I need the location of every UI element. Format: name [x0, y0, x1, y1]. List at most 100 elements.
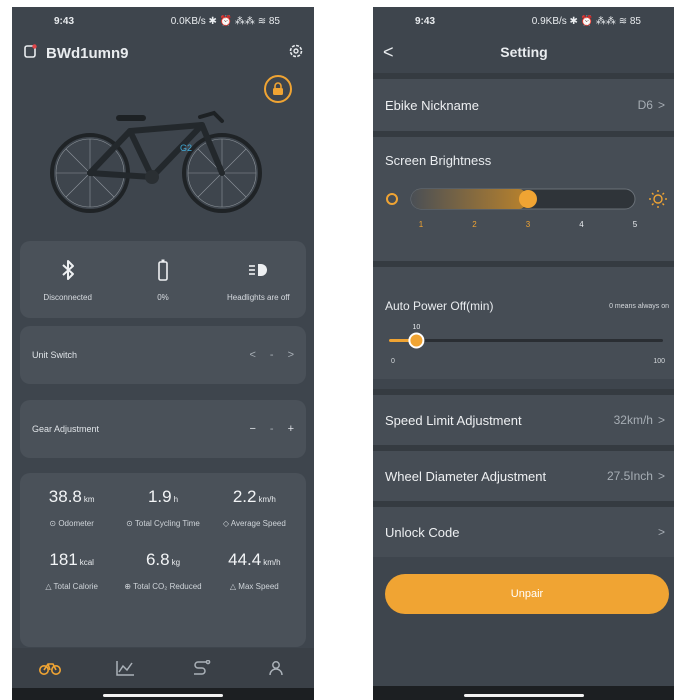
- person-icon: [269, 661, 283, 676]
- bluetooth-icon: [61, 257, 75, 283]
- speed-limit-row[interactable]: Speed Limit Adjustment 32km/h >: [373, 395, 674, 445]
- stat-max-speed: 44.4 km/h △ Max Speed: [209, 550, 300, 591]
- stat-total-cycling-time: 1.9 h ⊙ Total Cycling Time: [117, 487, 208, 528]
- gear-adjustment-card: Gear Adjustment − - +: [20, 400, 306, 458]
- battery-status-label: 0%: [157, 293, 169, 302]
- wheel-diameter-row[interactable]: Wheel Diameter Adjustment 27.5Inch >: [373, 451, 674, 501]
- stat-unit: h: [173, 495, 179, 504]
- power-off-track: [389, 339, 663, 342]
- nav-bar: < Setting: [373, 37, 674, 67]
- stat-odometer: 38.8 km ⊙ Odometer: [26, 487, 117, 528]
- brightness-thumb[interactable]: [519, 190, 537, 208]
- home-indicator[interactable]: [103, 694, 223, 697]
- stat-value: 2.2: [232, 487, 257, 506]
- power-off-thumb[interactable]: [408, 332, 425, 349]
- unit-prev-button[interactable]: <: [249, 349, 255, 361]
- battery-icon: [158, 257, 168, 283]
- home-screen: 9:43 0.0KB/s ✱ ⏰ ⁂⁂ ≋ 85 BWd1umn9 G2 Dis…: [12, 7, 314, 700]
- gear-icon[interactable]: [288, 43, 304, 64]
- connection-status-card: Disconnected 0% Headlights are off: [20, 241, 306, 318]
- status-time: 9:43: [54, 15, 75, 27]
- unpair-button[interactable]: Unpair: [385, 574, 669, 614]
- chart-icon: [116, 661, 135, 676]
- stat-value: 1.9: [147, 487, 172, 506]
- brightness-high-icon: [649, 190, 667, 208]
- tab-statistics[interactable]: [105, 660, 145, 676]
- brightness-fill: [411, 189, 528, 209]
- headlight-status[interactable]: Headlights are off: [211, 241, 306, 318]
- stat-caption: ⊙ Odometer: [49, 519, 94, 528]
- nickname-label: Ebike Nickname: [385, 97, 479, 113]
- nickname-value: D6: [637, 98, 653, 112]
- stat-value: 44.4: [228, 550, 262, 569]
- gear-adjustment-label: Gear Adjustment: [32, 424, 100, 434]
- auto-power-off-section: Auto Power Off(min) 0 means always on 10…: [373, 267, 674, 379]
- brightness-slider[interactable]: 1 2 3 4 5: [373, 179, 674, 249]
- stat-total-calorie: 181 kcal △ Total Calorie: [26, 550, 117, 591]
- unit-switch-label: Unit Switch: [32, 350, 78, 360]
- unit-switch-card: Unit Switch < - >: [20, 326, 306, 384]
- status-bar: 9:43 0.9KB/s ✱ ⏰ ⁂⁂ ≋ 85: [373, 7, 674, 35]
- status-bar: 9:43 0.0KB/s ✱ ⏰ ⁂⁂ ≋ 85: [12, 7, 314, 35]
- device-name: BWd1umn9: [46, 44, 129, 62]
- tab-profile[interactable]: [256, 660, 296, 676]
- brightness-tick-label[interactable]: 5: [633, 220, 638, 229]
- unit-next-button[interactable]: >: [288, 349, 294, 361]
- unit-current-value: -: [269, 349, 274, 361]
- stat-caption: △ Total Calorie: [45, 582, 99, 591]
- chevron-right-icon: >: [657, 469, 665, 483]
- svg-text:G2: G2: [180, 143, 192, 153]
- chevron-right-icon: >: [657, 525, 665, 539]
- brightness-tick-label[interactable]: 4: [579, 220, 584, 229]
- brightness-tick-label[interactable]: 3: [526, 220, 531, 229]
- brightness-tick-label[interactable]: 1: [419, 220, 424, 229]
- system-nav-area: [373, 686, 674, 700]
- unlock-code-label: Unlock Code: [385, 524, 460, 540]
- lock-icon: [273, 82, 283, 95]
- tab-home[interactable]: [30, 660, 70, 676]
- stat-value: 181: [49, 550, 78, 569]
- stat-average-speed: 2.2 km/h ◇ Average Speed: [209, 487, 300, 528]
- home-indicator[interactable]: [464, 694, 584, 697]
- speed-limit-value: 32km/h: [613, 413, 653, 427]
- status-indicators: 0.0KB/s ✱ ⏰ ⁂⁂ ≋ 85: [170, 15, 280, 27]
- chevron-right-icon: >: [657, 413, 665, 427]
- bike-icon: [38, 663, 61, 675]
- auto-power-off-slider[interactable]: 10 0 100: [373, 319, 674, 369]
- settings-screen: 9:43 0.9KB/s ✱ ⏰ ⁂⁂ ≋ 85 < Setting Ebike…: [373, 7, 674, 700]
- wheel-diameter-label: Wheel Diameter Adjustment: [385, 468, 547, 484]
- bluetooth-status-label: Disconnected: [43, 293, 92, 302]
- power-off-min: 0: [391, 358, 395, 365]
- speed-limit-label: Speed Limit Adjustment: [385, 412, 522, 428]
- gear-decrease-button[interactable]: −: [249, 423, 255, 435]
- auto-power-off-hint: 0 means always on: [609, 302, 669, 310]
- stat-value: 6.8: [145, 550, 170, 569]
- battery-status: 0%: [115, 241, 210, 318]
- brightness-label: Screen Brightness: [385, 153, 492, 168]
- brightness-low-icon: [386, 193, 398, 205]
- stat-unit: km: [83, 495, 95, 504]
- stat-caption: △ Max Speed: [229, 582, 279, 591]
- status-time: 9:43: [415, 15, 436, 27]
- status-indicators: 0.9KB/s ✱ ⏰ ⁂⁂ ≋ 85: [531, 15, 641, 27]
- route-icon: [193, 660, 211, 675]
- stat-value: 38.8: [48, 487, 82, 506]
- unlock-code-row[interactable]: Unlock Code >: [373, 507, 674, 557]
- stat-caption: ⊕ Total CO₂ Reduced: [124, 582, 202, 591]
- chevron-right-icon: >: [657, 98, 665, 112]
- app-header: BWd1umn9: [22, 41, 304, 65]
- power-off-max: 100: [653, 358, 665, 365]
- headlight-icon: [247, 257, 269, 283]
- stat-unit: kcal: [79, 558, 94, 567]
- ride-stats-card: 38.8 km ⊙ Odometer 1.9 h ⊙ Total Cycling T…: [20, 473, 306, 647]
- lock-button[interactable]: [264, 75, 292, 103]
- bottom-tab-bar: [12, 648, 314, 688]
- device-connection-icon[interactable]: [22, 43, 38, 64]
- gear-increase-button[interactable]: +: [288, 423, 294, 435]
- back-button[interactable]: <: [383, 42, 394, 63]
- page-title: Setting: [500, 44, 548, 60]
- tab-route[interactable]: [181, 660, 221, 676]
- brightness-tick-label[interactable]: 2: [472, 220, 477, 229]
- stat-caption: ⊙ Total Cycling Time: [126, 519, 200, 528]
- nickname-row[interactable]: Ebike Nickname D6 >: [373, 79, 674, 131]
